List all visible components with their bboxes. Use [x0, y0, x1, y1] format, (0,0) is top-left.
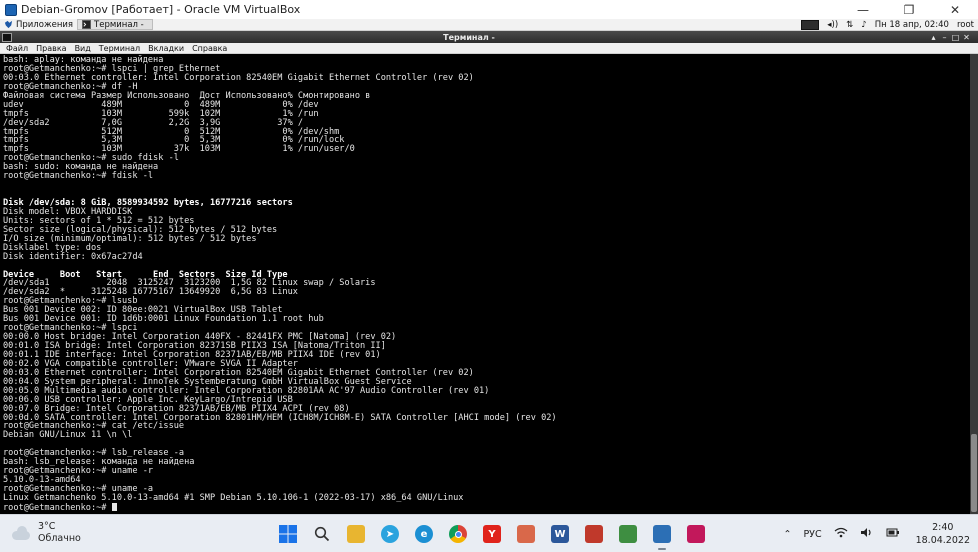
word-icon: W: [551, 525, 569, 543]
terminal-line: I/O size (minimum/optimal): 512 bytes / …: [3, 233, 257, 244]
search-app[interactable]: [310, 522, 334, 546]
recorder-icon: [585, 525, 603, 543]
panel-user[interactable]: root: [957, 20, 974, 30]
speaker-icon[interactable]: [860, 527, 874, 541]
virtualbox-icon: [653, 525, 671, 543]
clock-date: 18.04.2022: [915, 535, 970, 546]
workspace-indicator[interactable]: [801, 20, 820, 30]
chrome-icon: [449, 525, 467, 543]
search-icon: [313, 525, 331, 543]
chrome-app[interactable]: [446, 522, 470, 546]
terminal-scrollbar-thumb[interactable]: [971, 434, 977, 512]
terminal-icon: [82, 20, 92, 29]
menu-file[interactable]: Файл: [6, 44, 28, 53]
menu-help[interactable]: Справка: [192, 44, 227, 53]
edge-app[interactable]: e: [412, 522, 436, 546]
system-tray: ⌃ РУС 2:40 18.04.2022: [777, 515, 978, 552]
menu-edit[interactable]: Правка: [36, 44, 66, 53]
terminal-line: /dev/sda2 * 3125248 16775167 13649920 6,…: [3, 287, 298, 298]
taskbar-terminal-label: Терминал -: [94, 19, 144, 30]
weather-widget[interactable]: 3°C Облачно: [10, 521, 81, 545]
terminal-line: root@Getmanchenko:~# cat /etc/issue: [3, 421, 185, 432]
media-app[interactable]: [684, 522, 708, 546]
menu-tabs[interactable]: Вкладки: [148, 44, 184, 53]
yandex-app[interactable]: Y: [480, 522, 504, 546]
window-title: Debian-Gromov [Работает] - Oracle VM Vir…: [21, 3, 301, 16]
virtualbox-app[interactable]: [650, 522, 674, 550]
clock-time: 2:40: [932, 522, 954, 533]
terminal-output[interactable]: bash: aplay: команда не найдена root@Getm…: [0, 54, 970, 514]
file-explorer-app[interactable]: [344, 522, 368, 546]
yandex-icon: Y: [483, 525, 501, 543]
terminal-line: Disklabel type: dos: [3, 242, 102, 253]
guest-top-panel: Приложения Терминал - ◂)) ⇅ ♪ Пн 18 апр,…: [0, 19, 978, 31]
network-icon[interactable]: ⇅: [846, 20, 853, 30]
volume-icon[interactable]: ◂)): [827, 20, 838, 30]
photo-editor-icon: [517, 525, 535, 543]
terminal-line: Linux Getmanchenko 5.10.0-13-amd64 #1 SM…: [3, 492, 464, 503]
start-button[interactable]: [276, 522, 300, 546]
terminal-title: Терминал -: [443, 32, 495, 42]
terminal-line: Disk identifier: 0x67ac27d4: [3, 251, 143, 262]
taskbar-terminal-item[interactable]: Терминал -: [77, 19, 154, 30]
terminal-cursor: [111, 502, 117, 511]
media-icon: [687, 525, 705, 543]
terminal-line: root@Getmanchenko:~# uname -r: [3, 466, 154, 477]
terminal-line: root@Getmanchenko:~# fdisk -l: [3, 171, 154, 182]
terminal-scrollbar[interactable]: [970, 54, 978, 514]
vbox-titlebar: Debian-Gromov [Работает] - Oracle VM Vir…: [0, 0, 978, 19]
applications-menu-button[interactable]: Приложения: [0, 19, 77, 31]
tray-overflow-chevron[interactable]: ⌃: [783, 529, 791, 540]
cloud-icon: [10, 525, 32, 541]
terminal-titlebar: Терминал - ▴ – □ ✕: [0, 31, 978, 43]
minimize-button[interactable]: —: [840, 0, 886, 19]
terminal-line: Disk /dev/sda: 8 GiB, 8589934592 bytes, …: [3, 198, 293, 208]
language-indicator[interactable]: РУС: [803, 529, 821, 540]
panel-clock[interactable]: Пн 18 апр, 02:40: [875, 20, 949, 30]
xfce-mouse-icon: [4, 20, 13, 29]
terminal-maximize-button[interactable]: □: [950, 33, 961, 42]
telegram-app[interactable]: ➤: [378, 522, 402, 546]
terminal-close-button[interactable]: ✕: [961, 33, 972, 42]
applications-menu-label: Приложения: [16, 19, 74, 30]
file-explorer-icon: [347, 525, 365, 543]
terminal-menubar: Файл Правка Вид Терминал Вкладки Справка: [0, 43, 978, 54]
terminal-line: Debian GNU/Linux 11 \n \l: [3, 430, 133, 441]
menu-view[interactable]: Вид: [75, 44, 91, 53]
wifi-icon[interactable]: [834, 527, 848, 541]
virtualbox-icon: [5, 3, 17, 16]
close-button[interactable]: ✕: [932, 0, 978, 19]
battery-icon[interactable]: [886, 527, 900, 541]
terminal-minimize-button[interactable]: –: [939, 33, 950, 42]
weather-description: Облачно: [38, 533, 81, 544]
edge-icon: e: [415, 525, 433, 543]
weather-temperature: 3°C: [38, 521, 56, 532]
start-icon: [279, 525, 297, 543]
telegram-icon: ➤: [381, 525, 399, 543]
terminal-window-controls: ▴ – □ ✕: [928, 33, 972, 42]
panel-tray: ◂)) ⇅ ♪ Пн 18 апр, 02:40 root: [797, 19, 978, 31]
word-app[interactable]: W: [548, 522, 572, 546]
taskbar-apps: ➤ e Y W: [276, 521, 718, 550]
window-controls: — ❐ ✕: [840, 0, 978, 19]
terminal-line: 00:03.0 Ethernet controller: Intel Corpo…: [3, 72, 474, 83]
recorder-app[interactable]: [582, 522, 606, 546]
sticky-notes-icon: [619, 525, 637, 543]
restore-button[interactable]: ❐: [886, 0, 932, 19]
sticky-notes-app[interactable]: [616, 522, 640, 546]
system-clock[interactable]: 2:40 18.04.2022: [916, 521, 970, 547]
windows-taskbar: 3°C Облачно ➤ e Y W ⌃ РУС 2:40 18.04.2022: [0, 514, 978, 552]
terminal-line: Bus 001 Device 001: ID 1d6b:0001 Linux F…: [3, 314, 324, 325]
terminal-shade-button[interactable]: ▴: [928, 33, 939, 42]
bell-icon[interactable]: ♪: [861, 20, 866, 30]
menu-terminal[interactable]: Терминал: [99, 44, 140, 53]
terminal-line: root@Getmanchenko:~#: [3, 502, 970, 512]
photo-editor-app[interactable]: [514, 522, 538, 546]
